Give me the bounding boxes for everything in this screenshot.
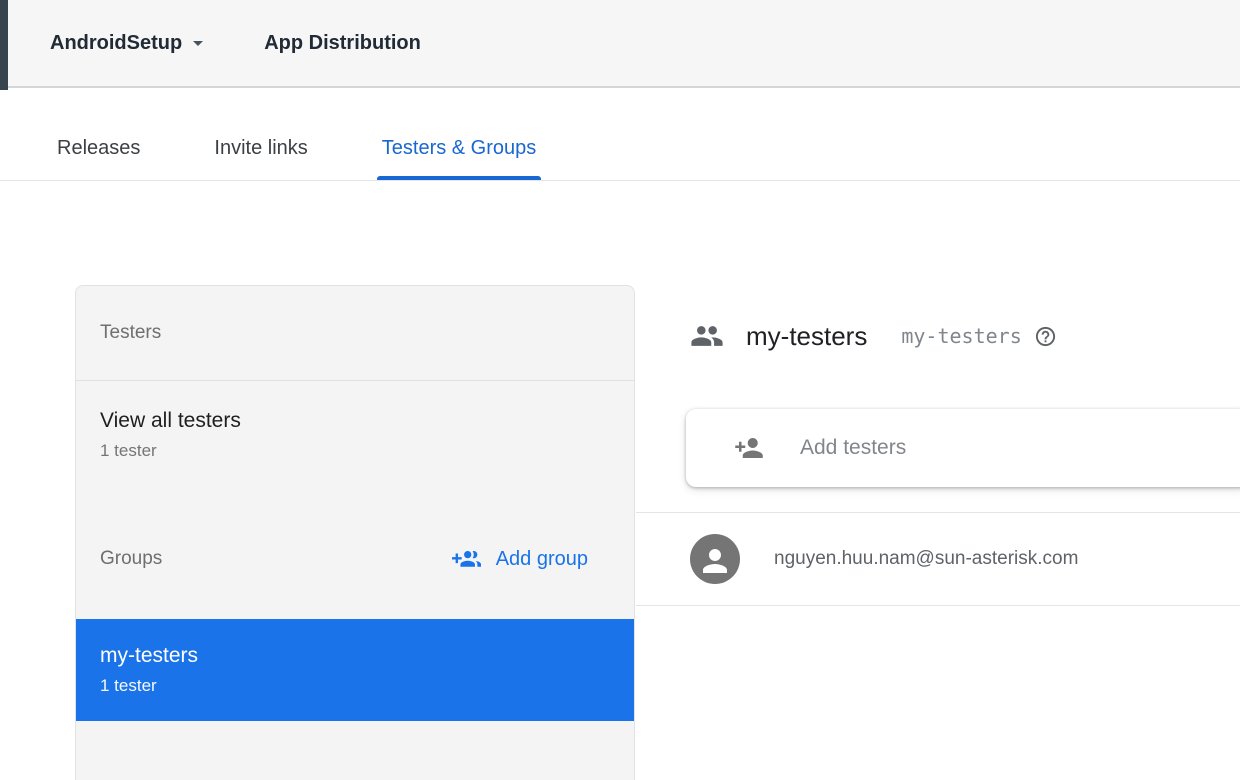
view-all-testers-label: View all testers [100, 409, 610, 433]
chevron-down-icon [186, 31, 210, 55]
testers-panel-header: Testers [76, 286, 634, 381]
add-testers-input[interactable] [798, 435, 1112, 461]
group-detail-header: my-testers my-testers [636, 285, 1240, 353]
add-group-label: Add group [496, 548, 588, 571]
add-person-icon [734, 433, 764, 463]
nav-drawer-edge [0, 0, 8, 90]
view-all-testers-item[interactable]: View all testers 1 tester [76, 381, 634, 487]
person-icon [697, 543, 733, 579]
tab-bar: Releases Invite links Testers & Groups [0, 90, 1240, 181]
view-all-testers-count: 1 tester [100, 441, 610, 461]
group-item-name: my-testers [100, 644, 610, 668]
project-selector[interactable]: AndroidSetup [50, 31, 210, 55]
tester-row: nguyen.huu.nam@sun-asterisk.com [636, 512, 1240, 606]
tester-list: nguyen.huu.nam@sun-asterisk.com [636, 512, 1240, 606]
testers-panel-title: Testers [100, 322, 161, 344]
tester-avatar [690, 534, 740, 584]
topbar: AndroidSetup App Distribution [0, 0, 1240, 88]
app-distribution-screen: AndroidSetup App Distribution Releases I… [0, 0, 1240, 780]
group-item-count: 1 tester [100, 676, 610, 696]
groups-row: Groups Add group [76, 531, 634, 587]
add-group-button[interactable]: Add group [452, 545, 588, 574]
group-list-item-my-testers[interactable]: my-testers 1 tester [76, 619, 634, 721]
add-testers-card [686, 409, 1240, 487]
groups-label: Groups [100, 548, 162, 570]
tester-email: nguyen.huu.nam@sun-asterisk.com [774, 548, 1078, 570]
tab-releases[interactable]: Releases [52, 137, 145, 180]
tab-testers-groups[interactable]: Testers & Groups [377, 137, 542, 180]
project-name: AndroidSetup [50, 32, 182, 55]
help-icon[interactable] [1034, 325, 1057, 348]
group-detail-title: my-testers [746, 321, 867, 352]
tab-invite-links[interactable]: Invite links [209, 137, 312, 180]
group-detail-pane: my-testers my-testers nguyen.huu.nam@sun… [636, 285, 1240, 780]
page-title: App Distribution [264, 32, 421, 55]
group-detail-id: my-testers [901, 324, 1021, 348]
testers-panel: Testers View all testers 1 tester Groups… [75, 285, 635, 780]
add-group-icon [452, 545, 481, 574]
group-people-icon [690, 319, 724, 353]
